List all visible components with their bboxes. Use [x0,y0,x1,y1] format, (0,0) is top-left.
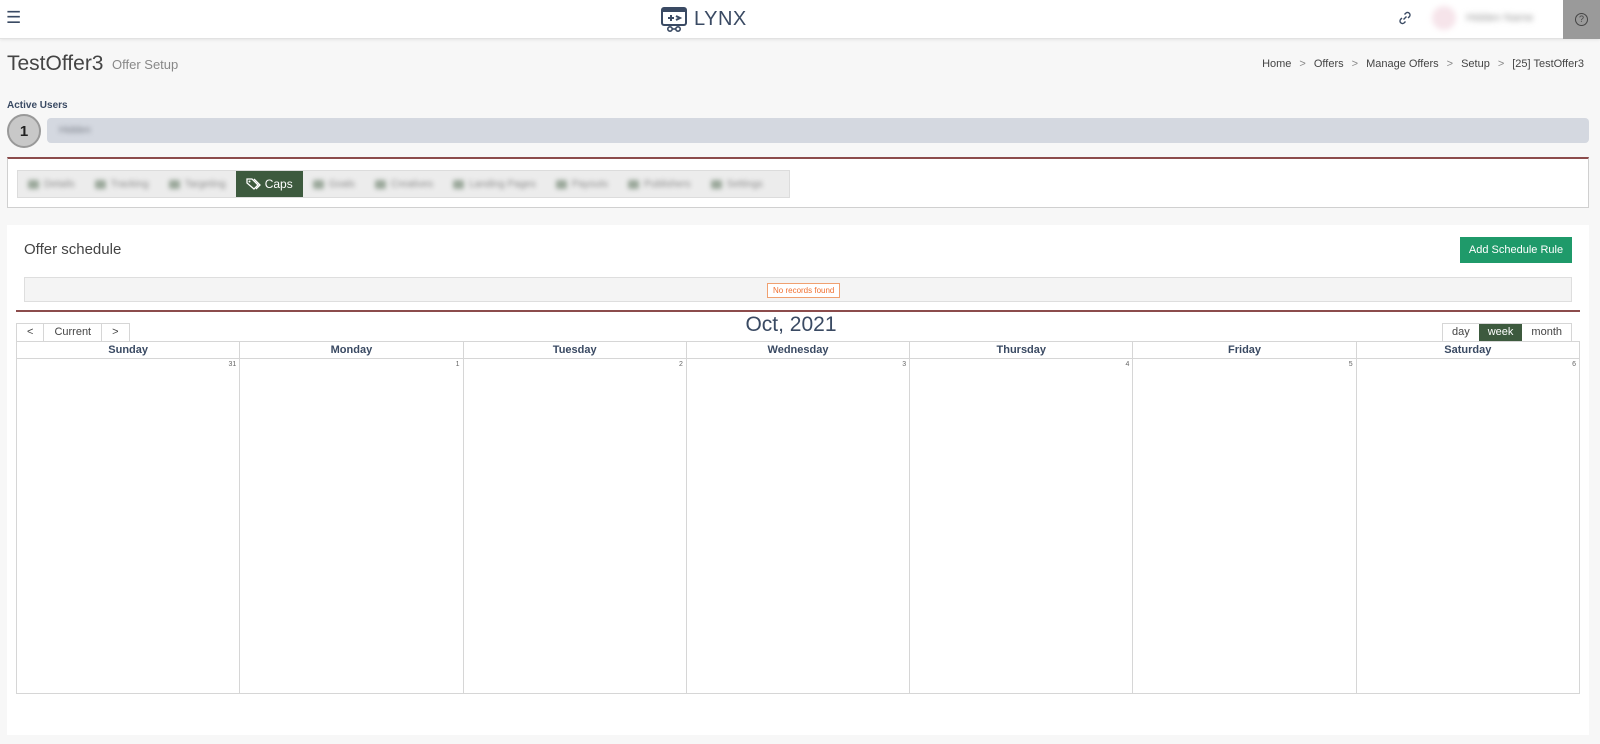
tab-settings[interactable]: Settings [701,171,773,197]
breadcrumb-manage-offers[interactable]: Manage Offers [1366,58,1439,70]
logo-text: LYNX [694,7,747,30]
calendar-divider [16,310,1580,312]
help-icon: ? [1575,13,1588,26]
day-number: 6 [1572,361,1576,368]
page-title: TestOffer3 [7,52,104,75]
tab-details[interactable]: Details [18,171,85,197]
hamburger-menu-icon[interactable]: ☰ [6,8,21,28]
day-number: 31 [228,361,237,368]
day-header-thursday: Thursday [909,342,1132,358]
page-subtitle: Offer Setup [112,57,179,72]
breadcrumb-home[interactable]: Home [1262,58,1291,70]
active-users-count: 1 [7,114,41,148]
avatar [1432,6,1456,30]
day-header-friday: Friday [1132,342,1355,358]
active-users-label: Active Users [7,100,68,111]
offer-tabs-panel: Details Tracking Targeting Caps Goals Cr… [7,157,1589,208]
offer-schedule-card: Offer schedule Add Schedule Rule No reco… [7,225,1589,735]
offer-tabs: Details Tracking Targeting Caps Goals Cr… [17,170,790,198]
day-cell[interactable]: 5 [1132,359,1355,693]
day-number: 1 [455,361,460,368]
tab-caps-label: Caps [264,177,293,191]
offer-schedule-title: Offer schedule [24,241,122,258]
breadcrumb: Home > Offers > Manage Offers > Setup > … [1262,58,1584,70]
tab-targeting[interactable]: Targeting [159,171,236,197]
view-week-button[interactable]: week [1478,324,1523,341]
calendar-grid: Sunday Monday Tuesday Wednesday Thursday… [16,341,1580,694]
view-month-button[interactable]: month [1522,324,1571,341]
help-button[interactable]: ? [1563,0,1600,39]
day-cell[interactable]: 4 [909,359,1132,693]
breadcrumb-separator: > [1299,58,1306,70]
day-header-sunday: Sunday [108,344,148,356]
tab-publishers[interactable]: Publishers [618,171,701,197]
breadcrumb-current: [25] TestOffer3 [1512,58,1584,70]
active-users-bar: Hidden [47,118,1589,143]
tab-tracking[interactable]: Tracking [85,171,159,197]
user-name: Hidden Name [1466,12,1534,24]
no-records-badge: No records found [767,283,841,298]
calendar-next-button[interactable]: > [101,324,129,341]
breadcrumb-setup[interactable]: Setup [1461,58,1490,70]
tab-creatives[interactable]: Creatives [365,171,443,197]
add-schedule-rule-button[interactable]: Add Schedule Rule [1460,237,1572,263]
tab-landing-pages[interactable]: Landing Pages [443,171,546,197]
calendar-nav: < Current > [16,323,130,342]
tab-goals[interactable]: Goals [303,171,365,197]
day-number: 5 [1348,361,1353,368]
calendar-day-headers: Sunday Monday Tuesday Wednesday Thursday… [17,342,1579,359]
day-cell[interactable]: 2 [462,359,686,693]
schedule-records-table: No records found [24,277,1572,302]
day-header-tuesday: Tuesday [462,342,686,358]
tags-icon [246,178,261,190]
breadcrumb-offers[interactable]: Offers [1314,58,1344,70]
user-menu[interactable]: Hidden Name [1432,6,1533,30]
calendar-title: Oct, 2021 [745,313,837,336]
breadcrumb-separator: > [1351,58,1359,70]
breadcrumb-separator: > [1446,58,1454,70]
calendar-current-button[interactable]: Current [43,324,102,341]
calendar-view-switcher: day week month [1441,323,1572,342]
day-cell[interactable]: 6 [1355,359,1579,693]
breadcrumb-separator: > [1497,58,1505,70]
calendar-prev-button[interactable]: < [17,324,44,341]
calendar-day-cells: 31 1 2 3 4 5 6 [17,359,1579,693]
day-header-wednesday: Wednesday [685,342,909,358]
active-user-name: Hidden [59,125,91,136]
view-day-button[interactable]: day [1442,324,1479,341]
lynx-logo-icon [661,7,687,32]
day-cell[interactable]: 31 [17,359,239,693]
top-bar: ☰ LYNX Hidden Name ? [0,0,1600,39]
day-header-saturday: Saturday [1355,342,1579,358]
app-logo[interactable]: LYNX [660,4,747,34]
day-cell[interactable]: 1 [239,359,462,693]
day-cell[interactable]: 3 [685,359,909,693]
tab-payouts[interactable]: Payouts [546,171,618,197]
day-number: 3 [902,361,907,368]
day-header-monday: Monday [239,342,462,358]
tab-caps[interactable]: Caps [235,171,303,197]
day-number: 2 [678,361,683,368]
link-icon[interactable] [1397,10,1413,26]
day-number: 4 [1125,361,1130,368]
